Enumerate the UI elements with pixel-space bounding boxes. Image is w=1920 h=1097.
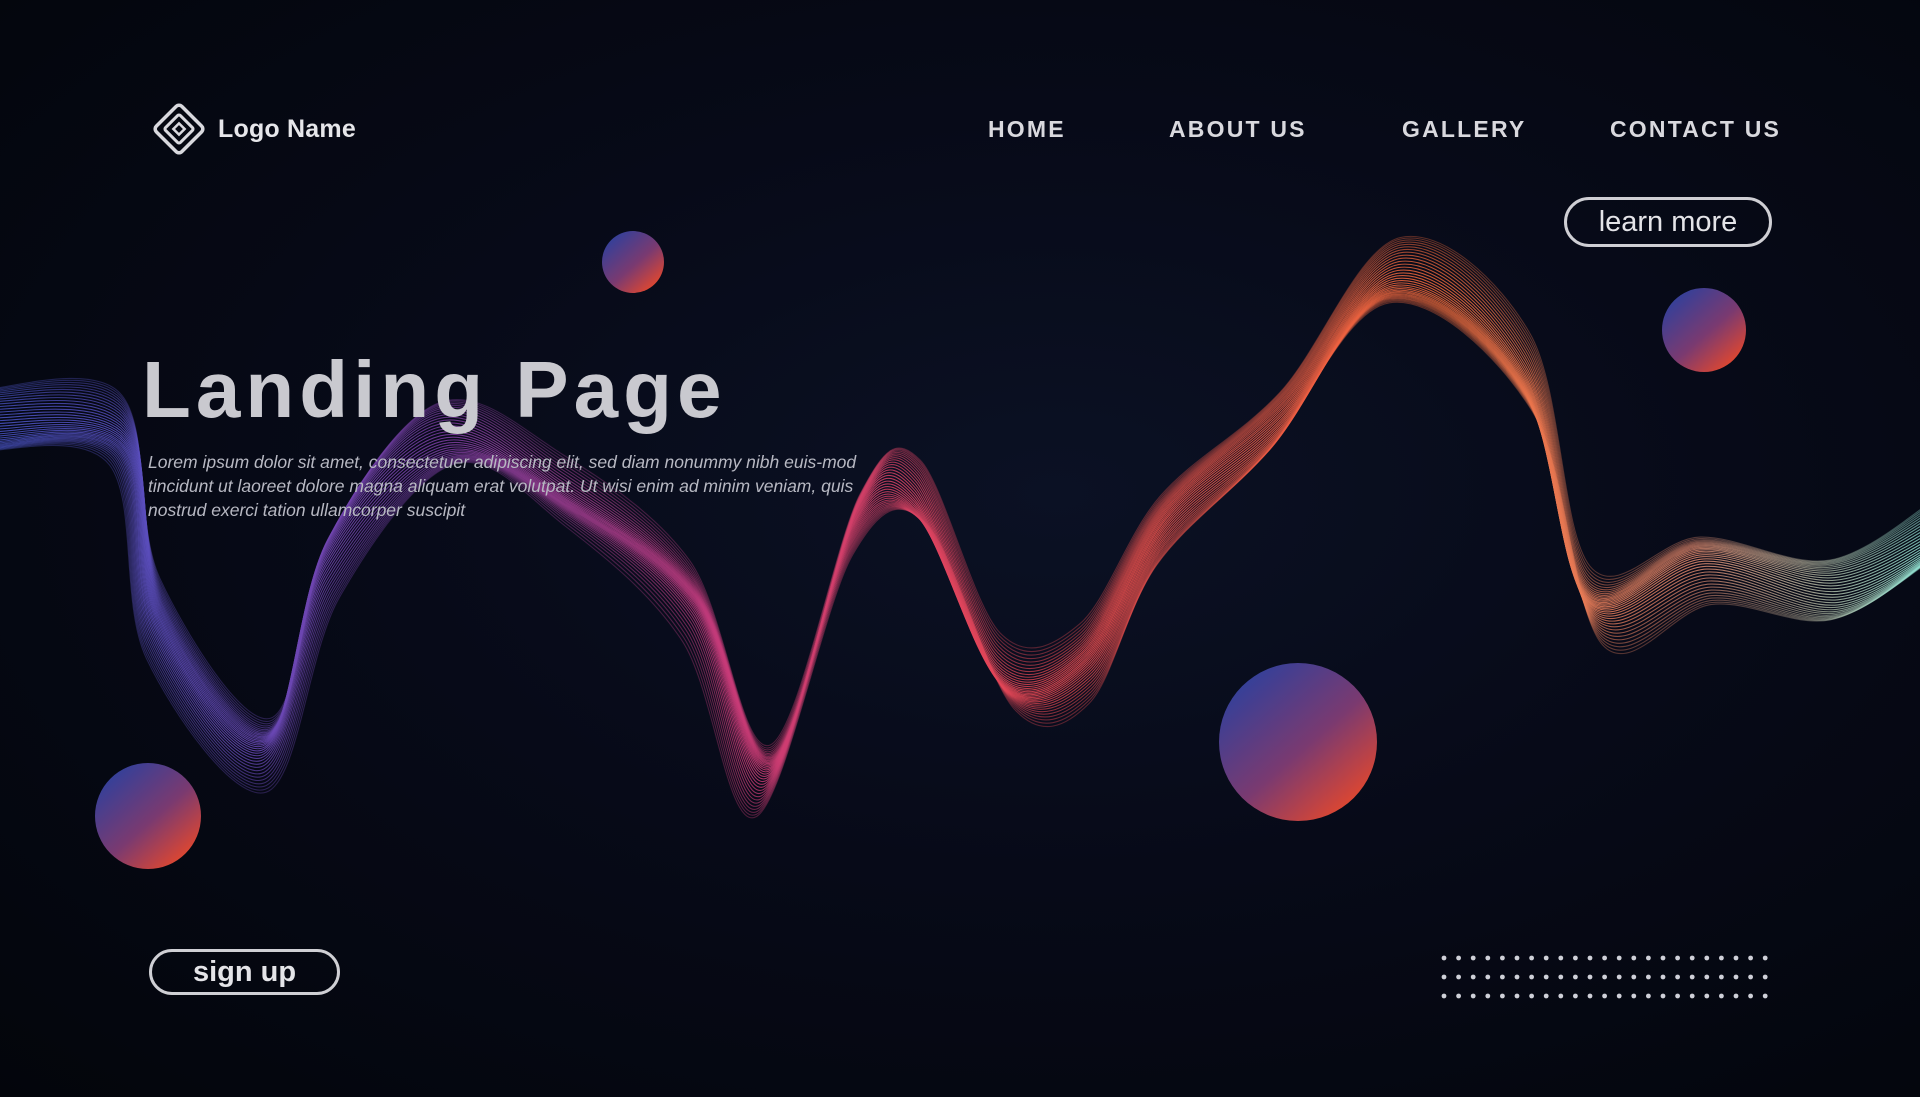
dot (1543, 993, 1549, 999)
dot (1485, 955, 1491, 961)
dot (1631, 974, 1637, 980)
sphere (602, 231, 664, 293)
dot (1762, 955, 1768, 961)
logo-name: Logo Name (218, 114, 356, 143)
dot (1748, 993, 1753, 999)
learn-more-button[interactable]: learn more (1564, 197, 1772, 247)
logo[interactable]: Logo Name (148, 98, 356, 160)
nav-gallery[interactable]: GALLERY (1402, 116, 1526, 143)
dot (1514, 993, 1520, 999)
dot (1500, 955, 1505, 961)
landing-page: Logo Name HOME ABOUT US GALLERY CONTACT … (0, 0, 1920, 1097)
dot (1456, 993, 1461, 999)
dot (1587, 974, 1593, 980)
dot (1543, 955, 1549, 961)
dot (1631, 993, 1637, 999)
dot (1719, 974, 1724, 980)
dot (1573, 993, 1578, 999)
dot (1660, 993, 1666, 999)
nav-home[interactable]: HOME (988, 116, 1066, 143)
dot (1602, 955, 1607, 961)
dot (1558, 993, 1564, 999)
dot (1631, 955, 1637, 961)
dot (1514, 955, 1520, 961)
decorative-spheres (95, 231, 1746, 869)
dot (1689, 974, 1695, 980)
dot (1646, 993, 1651, 999)
wave-lines (0, 235, 1920, 819)
decorative-background (0, 231, 1920, 869)
dot (1470, 974, 1476, 980)
dot (1573, 955, 1578, 961)
dot (1470, 955, 1476, 961)
page-title: Landing Page (142, 345, 727, 434)
dot (1441, 974, 1447, 980)
sphere (1662, 288, 1746, 372)
dot (1470, 993, 1476, 999)
sign-up-button[interactable]: sign up (149, 949, 340, 995)
dot (1602, 974, 1607, 980)
dot (1689, 955, 1695, 961)
dot (1646, 955, 1651, 961)
dot (1733, 974, 1739, 980)
dot (1762, 974, 1768, 980)
dot (1529, 955, 1534, 961)
nav-about-us[interactable]: ABOUT US (1169, 116, 1307, 143)
dot (1529, 974, 1534, 980)
dot (1558, 974, 1564, 980)
sphere (95, 763, 201, 869)
dot (1646, 974, 1651, 980)
dot (1675, 974, 1680, 980)
dot (1748, 955, 1753, 961)
dot (1602, 993, 1607, 999)
sphere (1219, 663, 1377, 821)
dot (1573, 974, 1578, 980)
dot (1675, 993, 1680, 999)
dot (1704, 955, 1710, 961)
dot (1456, 974, 1461, 980)
dot (1616, 955, 1622, 961)
dot (1529, 993, 1534, 999)
dot (1485, 974, 1491, 980)
dot (1500, 974, 1505, 980)
dot (1675, 955, 1680, 961)
dot (1660, 974, 1666, 980)
dot (1456, 955, 1461, 961)
dot (1733, 955, 1739, 961)
dot (1689, 993, 1695, 999)
dot-grid-decoration (1441, 955, 1768, 999)
nav-contact-us[interactable]: CONTACT US (1610, 116, 1781, 143)
dot (1762, 993, 1768, 999)
dot (1543, 974, 1549, 980)
dot (1704, 993, 1710, 999)
dot (1660, 955, 1666, 961)
dot (1748, 974, 1753, 980)
dot (1514, 974, 1520, 980)
dot (1719, 993, 1724, 999)
dot (1587, 955, 1593, 961)
dot (1441, 955, 1447, 961)
diamond-logo-icon (153, 103, 205, 155)
hero-description: Lorem ipsum dolor sit amet, consectetuer… (148, 452, 857, 520)
dot (1616, 974, 1622, 980)
dot (1558, 955, 1564, 961)
dot (1500, 993, 1505, 999)
dot (1441, 993, 1447, 999)
dot (1733, 993, 1739, 999)
dot (1719, 955, 1724, 961)
dot (1704, 974, 1710, 980)
dot (1587, 993, 1593, 999)
dot (1616, 993, 1622, 999)
dot (1485, 993, 1491, 999)
